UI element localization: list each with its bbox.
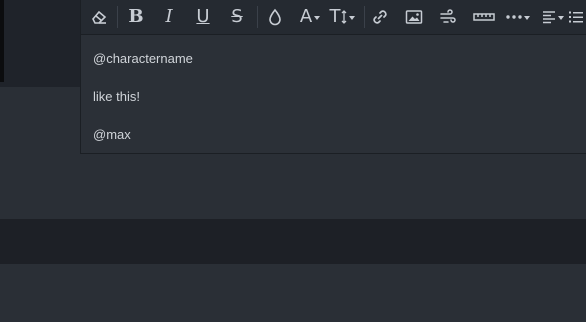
paragraph: @max: [93, 127, 131, 142]
horizontal-rule-icon: [473, 11, 495, 23]
underline-button[interactable]: U: [191, 5, 215, 29]
more-icon: [506, 14, 522, 20]
insert-image-button[interactable]: [402, 5, 426, 29]
toolbar-separator: [257, 6, 258, 28]
font-color-dropdown[interactable]: A: [295, 5, 325, 29]
font-size-icon: T: [329, 6, 341, 27]
font-size-dropdown[interactable]: T: [326, 5, 358, 29]
color-button[interactable]: [263, 5, 287, 29]
italic-icon: I: [165, 6, 173, 27]
left-panel-edge: [0, 0, 4, 82]
toolbar-separator: [117, 6, 118, 28]
strikethrough-button[interactable]: S: [225, 5, 249, 29]
list-icon: [569, 10, 583, 24]
paragraph: @charactername: [93, 51, 193, 66]
image-icon: [405, 9, 423, 25]
insert-video-button[interactable]: [436, 5, 460, 29]
more-options-dropdown[interactable]: [503, 5, 533, 29]
footer-bar: [0, 219, 586, 264]
horizontal-rule-button[interactable]: [471, 5, 497, 29]
bold-icon: B: [128, 6, 144, 27]
align-dropdown[interactable]: [539, 5, 567, 29]
font-color-icon: A: [299, 6, 313, 27]
resize-arrows-icon: [341, 10, 346, 24]
video-icon: [439, 8, 457, 26]
clear-format-button[interactable]: [87, 5, 111, 29]
bold-button[interactable]: B: [124, 5, 148, 29]
chevron-down-icon: [524, 16, 530, 20]
underline-icon: U: [196, 6, 210, 27]
list-button[interactable]: [569, 5, 586, 29]
editor-toolbar: B I U S A T: [81, 0, 586, 35]
paragraph: like this!: [93, 89, 140, 104]
align-icon: [542, 10, 556, 24]
italic-button[interactable]: I: [157, 5, 181, 29]
toolbar-separator: [364, 6, 365, 28]
chevron-down-icon: [558, 16, 564, 20]
link-button[interactable]: [368, 5, 392, 29]
color-drop-icon: [267, 8, 283, 26]
rich-text-editor: B I U S A T @charactername like this! @m…: [80, 0, 586, 154]
chevron-down-icon: [314, 16, 321, 20]
left-panel: [0, 0, 80, 87]
link-icon: [371, 8, 389, 26]
chevron-down-icon: [348, 16, 355, 20]
eraser-icon: [90, 8, 108, 26]
strikethrough-icon: S: [231, 6, 243, 27]
